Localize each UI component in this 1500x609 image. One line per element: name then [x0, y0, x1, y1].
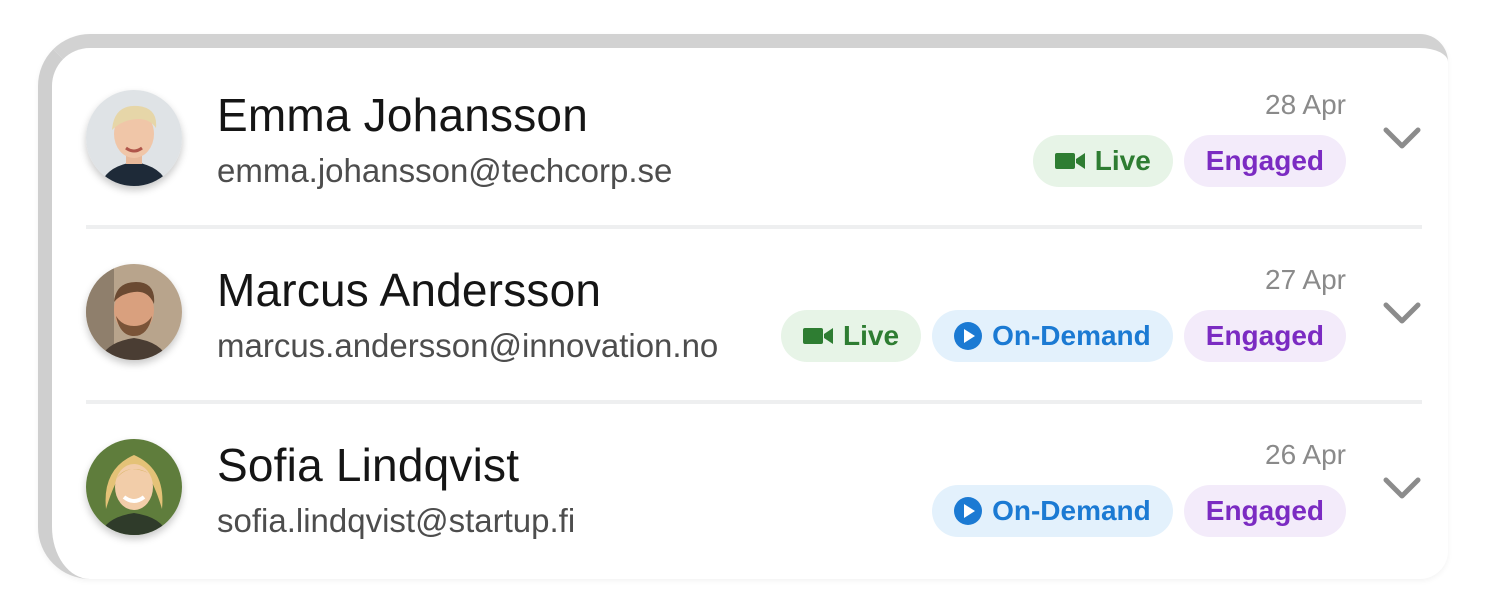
chevron-down-icon[interactable]: [1382, 301, 1422, 327]
attendee-email: marcus.andersson@innovation.no: [217, 327, 719, 364]
play-circle-icon: [954, 497, 983, 525]
engaged-badge: Engaged: [1183, 485, 1346, 537]
attendee-name: Emma Johansson: [217, 89, 588, 141]
badge-group: On-Demand Engaged: [932, 485, 1346, 537]
attendee-email: sofia.lindqvist@startup.fi: [217, 502, 576, 539]
attendee-row[interactable]: Marcus Andersson marcus.andersson@innova…: [86, 229, 1422, 404]
avatar: [86, 264, 182, 360]
live-badge: Live: [781, 310, 922, 362]
play-circle-icon: [954, 322, 983, 350]
engaged-badge-label: Engaged: [1205, 145, 1324, 176]
video-camera-icon: [1054, 151, 1085, 171]
chevron-down-icon[interactable]: [1382, 476, 1422, 502]
live-badge-label: Live: [1094, 145, 1151, 176]
avatar: [86, 439, 182, 535]
engaged-badge: Engaged: [1183, 135, 1346, 187]
attendee-email: emma.johansson@techcorp.se: [217, 152, 673, 189]
badge-group: Live On-Demand Engaged: [781, 310, 1346, 362]
engaged-badge-label: Engaged: [1205, 320, 1324, 351]
on-demand-badge-label: On-Demand: [992, 320, 1151, 351]
engaged-badge-label: Engaged: [1205, 495, 1324, 526]
attendee-name: Marcus Andersson: [217, 264, 602, 316]
attendee-row[interactable]: Sofia Lindqvist sofia.lindqvist@startup.…: [86, 404, 1422, 579]
attendee-row[interactable]: Emma Johansson emma.johansson@techcorp.s…: [86, 48, 1422, 223]
video-camera-icon: [803, 326, 834, 346]
on-demand-badge-label: On-Demand: [992, 495, 1151, 526]
engaged-badge: Engaged: [1183, 310, 1346, 362]
attendee-name: Sofia Lindqvist: [217, 439, 520, 491]
chevron-down-icon[interactable]: [1382, 126, 1422, 152]
attendee-date: 26 Apr: [1265, 439, 1346, 470]
on-demand-badge: On-Demand: [932, 485, 1173, 537]
attendee-date: 27 Apr: [1265, 264, 1346, 295]
on-demand-badge: On-Demand: [932, 310, 1173, 362]
live-badge-label: Live: [843, 320, 900, 351]
badge-group: Live Engaged: [1032, 135, 1346, 187]
attendee-date: 28 Apr: [1265, 89, 1346, 120]
live-badge: Live: [1032, 135, 1173, 187]
avatar: [86, 90, 182, 186]
